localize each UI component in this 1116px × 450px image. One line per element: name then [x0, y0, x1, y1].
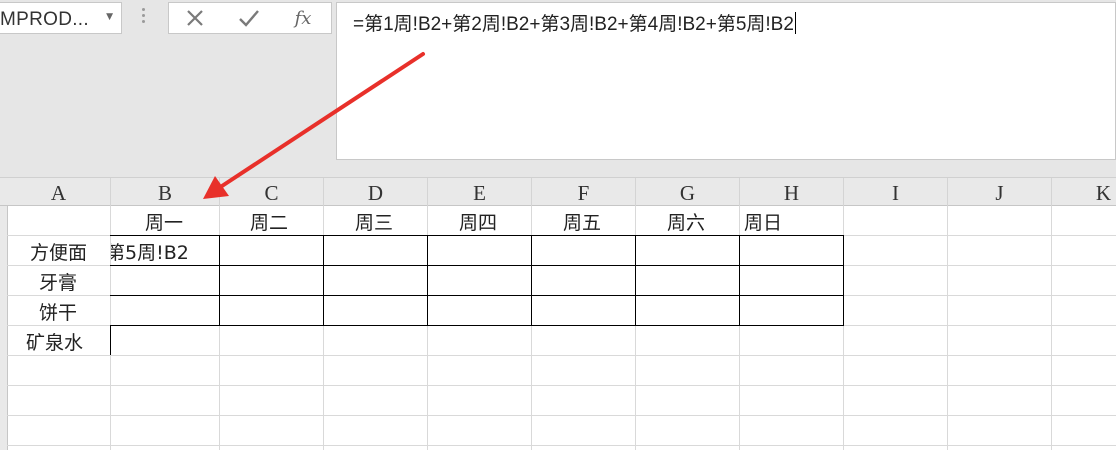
annotation-arrow-icon	[203, 52, 425, 199]
